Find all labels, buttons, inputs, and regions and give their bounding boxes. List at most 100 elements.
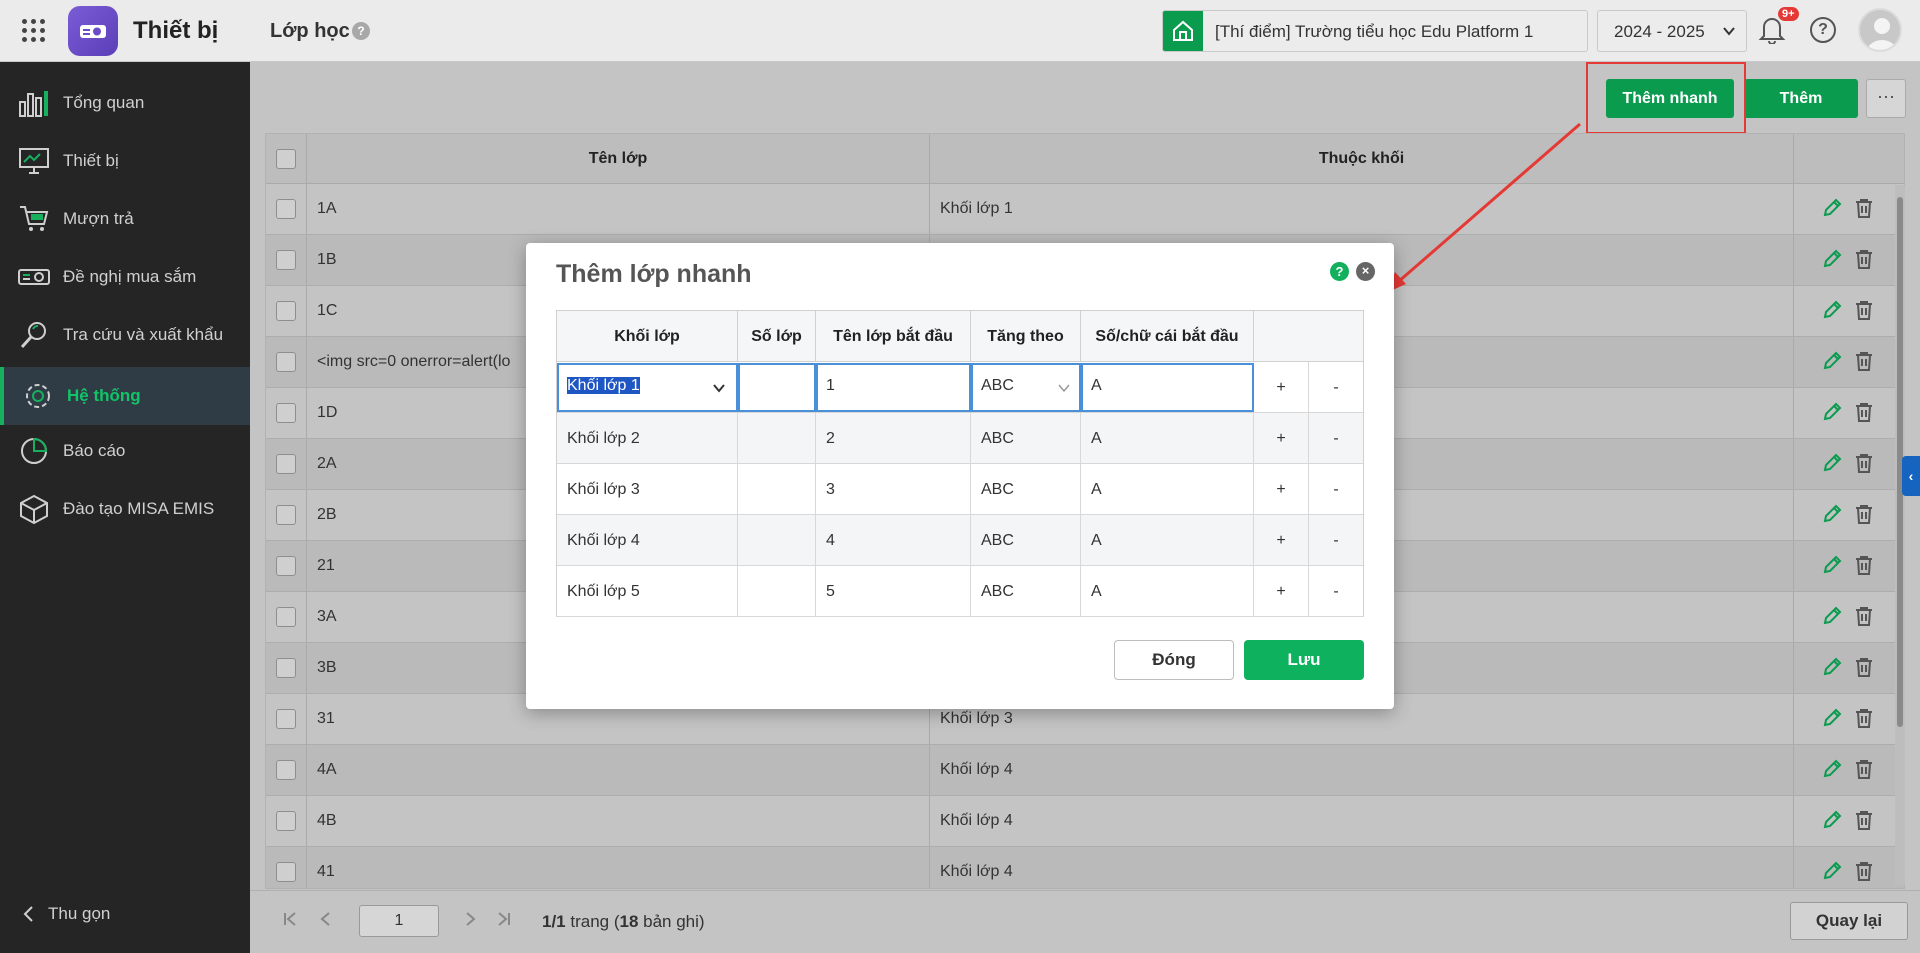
edit-icon[interactable]	[1821, 401, 1843, 423]
save-button[interactable]: Lưu	[1244, 640, 1364, 680]
add-row-button[interactable]: +	[1254, 413, 1309, 464]
sidebar-item-overview[interactable]: Tổng quan	[0, 74, 250, 132]
avatar[interactable]	[1858, 8, 1902, 52]
row-checkbox[interactable]	[276, 454, 296, 474]
grade-select[interactable]: Khối lớp 1	[557, 363, 738, 412]
add-row-button[interactable]: +	[1254, 464, 1309, 515]
increment-cell[interactable]: ABC	[971, 566, 1081, 617]
edit-icon[interactable]	[1821, 299, 1843, 321]
row-checkbox[interactable]	[276, 556, 296, 576]
sidebar-item-equipment[interactable]: Thiết bị	[0, 132, 250, 190]
sidebar-item-reports[interactable]: Báo cáo	[0, 422, 250, 480]
edit-icon[interactable]	[1821, 758, 1843, 780]
delete-icon[interactable]	[1853, 758, 1875, 780]
edit-icon[interactable]	[1821, 809, 1843, 831]
school-selector[interactable]: [Thí điểm] Trường tiểu học Edu Platform …	[1162, 10, 1588, 52]
add-button[interactable]: Thêm	[1744, 79, 1858, 118]
start-char-input[interactable]: A	[1081, 363, 1254, 412]
delete-icon[interactable]	[1853, 707, 1875, 729]
increment-cell[interactable]: ABC	[971, 515, 1081, 566]
add-row-button[interactable]: +	[1254, 362, 1309, 413]
sidebar-item-system[interactable]: Hệ thống	[0, 367, 250, 425]
first-page-icon[interactable]	[282, 911, 298, 927]
delete-icon[interactable]	[1853, 809, 1875, 831]
page-number-input[interactable]: 1	[359, 905, 439, 937]
start-name-input[interactable]: 1	[816, 363, 971, 412]
delete-icon[interactable]	[1853, 605, 1875, 627]
back-button[interactable]: Quay lại	[1790, 902, 1908, 940]
table-row[interactable]: 4A Khối lớp 4	[266, 745, 1904, 796]
close-button[interactable]: Đóng	[1114, 640, 1234, 680]
remove-row-button[interactable]: -	[1309, 464, 1363, 515]
table-row[interactable]: 41 Khối lớp 4	[266, 847, 1904, 888]
last-page-icon[interactable]	[496, 911, 512, 927]
class-count-input[interactable]	[738, 363, 816, 412]
edit-icon[interactable]	[1821, 605, 1843, 627]
row-checkbox[interactable]	[276, 658, 296, 678]
row-checkbox[interactable]	[276, 811, 296, 831]
delete-icon[interactable]	[1853, 860, 1875, 882]
remove-row-button[interactable]: -	[1309, 515, 1363, 566]
remove-row-button[interactable]: -	[1309, 566, 1363, 617]
row-checkbox[interactable]	[276, 352, 296, 372]
edit-icon[interactable]	[1821, 452, 1843, 474]
increment-cell[interactable]: ABC	[971, 464, 1081, 515]
page-help-icon[interactable]: ?	[352, 22, 370, 40]
select-all-checkbox[interactable]	[276, 149, 296, 169]
row-checkbox[interactable]	[276, 199, 296, 219]
delete-icon[interactable]	[1853, 248, 1875, 270]
sidebar-item-training[interactable]: Đào tạo MISA EMIS	[0, 480, 250, 538]
row-checkbox[interactable]	[276, 760, 296, 780]
start-char-cell[interactable]: A	[1081, 413, 1254, 464]
start-char-cell[interactable]: A	[1081, 566, 1254, 617]
dialog-close-icon[interactable]: ×	[1356, 262, 1375, 281]
increment-select[interactable]: ABC	[971, 363, 1081, 412]
row-checkbox[interactable]	[276, 607, 296, 627]
start-name-cell[interactable]: 4	[816, 515, 971, 566]
delete-icon[interactable]	[1853, 452, 1875, 474]
delete-icon[interactable]	[1853, 350, 1875, 372]
start-char-cell[interactable]: A	[1081, 515, 1254, 566]
edit-icon[interactable]	[1821, 656, 1843, 678]
row-checkbox[interactable]	[276, 709, 296, 729]
row-checkbox[interactable]	[276, 862, 296, 882]
row-checkbox[interactable]	[276, 301, 296, 321]
class-count-cell[interactable]	[738, 515, 816, 566]
delete-icon[interactable]	[1853, 299, 1875, 321]
remove-row-button[interactable]: -	[1309, 413, 1363, 464]
sidebar-item-purchase[interactable]: Đề nghị mua sắm	[0, 248, 250, 306]
table-row[interactable]: 1A Khối lớp 1	[266, 184, 1904, 235]
delete-icon[interactable]	[1853, 197, 1875, 219]
increment-cell[interactable]: ABC	[971, 413, 1081, 464]
add-row-button[interactable]: +	[1254, 515, 1309, 566]
collapse-sidebar-button[interactable]: Thu gọn	[22, 904, 110, 924]
help-icon[interactable]: ?	[1810, 17, 1836, 43]
start-char-cell[interactable]: A	[1081, 464, 1254, 515]
prev-page-icon[interactable]	[318, 911, 334, 927]
table-row[interactable]: 4B Khối lớp 4	[266, 796, 1904, 847]
delete-icon[interactable]	[1853, 503, 1875, 525]
sidebar-item-lookup-export[interactable]: Tra cứu và xuất khẩu	[0, 306, 250, 364]
grade-cell[interactable]: Khối lớp 2	[557, 413, 738, 464]
delete-icon[interactable]	[1853, 554, 1875, 576]
row-checkbox[interactable]	[276, 403, 296, 423]
dialog-help-icon[interactable]: ?	[1330, 262, 1349, 281]
apps-grid-icon[interactable]	[22, 19, 46, 43]
class-count-cell[interactable]	[738, 464, 816, 515]
grade-cell[interactable]: Khối lớp 3	[557, 464, 738, 515]
year-selector[interactable]: 2024 - 2025	[1597, 10, 1747, 52]
row-checkbox[interactable]	[276, 505, 296, 525]
edit-icon[interactable]	[1821, 248, 1843, 270]
edit-icon[interactable]	[1821, 197, 1843, 219]
start-name-cell[interactable]: 2	[816, 413, 971, 464]
side-panel-toggle[interactable]: ‹	[1902, 456, 1920, 496]
delete-icon[interactable]	[1853, 401, 1875, 423]
edit-icon[interactable]	[1821, 860, 1843, 882]
more-options-button[interactable]: ···	[1866, 79, 1906, 118]
add-row-button[interactable]: +	[1254, 566, 1309, 617]
row-checkbox[interactable]	[276, 250, 296, 270]
delete-icon[interactable]	[1853, 656, 1875, 678]
sidebar-item-borrow[interactable]: Mượn trả	[0, 190, 250, 248]
edit-icon[interactable]	[1821, 503, 1843, 525]
grade-cell[interactable]: Khối lớp 4	[557, 515, 738, 566]
